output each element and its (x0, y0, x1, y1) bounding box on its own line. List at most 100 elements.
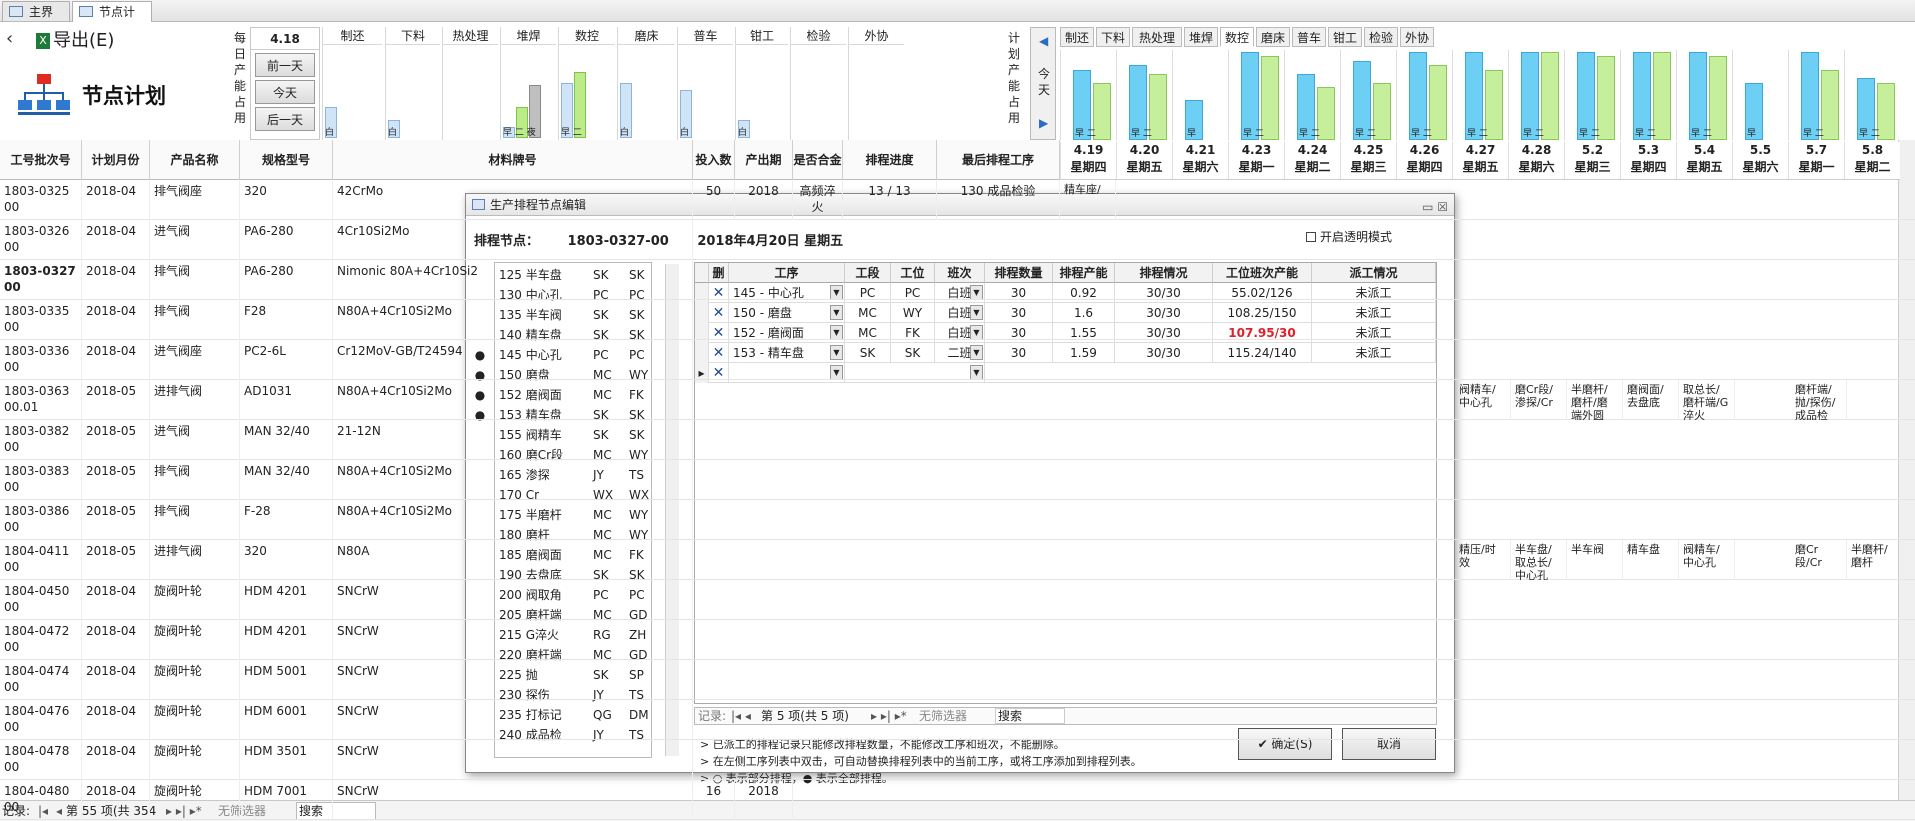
nav-right-icon[interactable]: ▶ (1039, 116, 1048, 130)
schedule-cell[interactable]: 磨杆端/抛/探伤/成品检 (1791, 380, 1847, 420)
cell-month: 2018-05 (82, 420, 150, 460)
tab-node-plan[interactable]: 节点计划 (72, 1, 152, 39)
table-row[interactable]: 1803-0363 00.01 2018-05 进排气阀 AD1031 N80A+4Cr… (0, 380, 1915, 420)
schedule-cell[interactable]: 精车盘 (1623, 540, 1679, 580)
schedule-cell[interactable]: 磨Cr段/Cr (1791, 540, 1847, 580)
date-value: 5.2 (1581, 143, 1604, 157)
schedule-cell[interactable]: 精压/时效 (1455, 540, 1511, 580)
cell-material: SNCrW (333, 780, 693, 820)
schedule-cell[interactable]: 磨阀面/去盘底 (1623, 380, 1679, 420)
table-row[interactable]: 1804-0472 00 2018-04 旋阀叶轮 HDM 4201 SNCrW (0, 620, 1915, 660)
date-value: 5.4 (1693, 143, 1716, 157)
cell-month: 2018-05 (82, 380, 150, 420)
date-header: 4.28 星期六 (1508, 142, 1564, 180)
table-row[interactable]: 1803-0386 00 2018-05 排气阀 F-28 N80A+4Cr10Si2M… (0, 500, 1915, 540)
date-header: 4.21 星期六 (1172, 142, 1228, 180)
table-row[interactable]: 1803-0327 00 2018-04 排气阀 PA6-280 Nimonic 80A… (0, 260, 1915, 300)
table-row[interactable]: 1803-0382 00 2018-05 进气阀 MAN 32/40 21-12N (0, 420, 1915, 460)
table-row[interactable]: 1803-0335 00 2018-04 排气阀 F28 N80A+4Cr10Si2Mo (0, 300, 1915, 340)
schedule-cell[interactable]: 阀精车/中心孔 (1455, 380, 1511, 420)
bar-shift-label: 白 (620, 128, 630, 138)
cell-material: Cr12MoV-GB/T24594 (333, 340, 693, 380)
table-row[interactable]: 1804-0480 00 2018-04 旋阀叶轮 HDM 7001 SNCrW 16 20… (0, 780, 1915, 820)
process-tab-5[interactable]: 磨床 (1256, 27, 1290, 47)
bar-shift-label: 早 二 (1131, 129, 1152, 139)
form-icon (9, 6, 23, 17)
bar-shift-label: 早 二 (561, 128, 582, 138)
process-header: 磨床 (618, 27, 675, 45)
export-button[interactable]: X 导出(E) (36, 30, 114, 52)
grid-header-0[interactable]: 工号批次号 (0, 140, 82, 180)
process-tab-9[interactable]: 外协 (1400, 27, 1434, 47)
grid-header-3[interactable]: 规格型号 (240, 140, 333, 180)
cell-batch: 1803-0382 00 (0, 420, 82, 460)
grid-header-6[interactable]: 产出期 (735, 140, 793, 180)
prev-day-button[interactable]: 前一天 (255, 53, 315, 77)
next-day-button[interactable]: 后一天 (255, 107, 315, 131)
tab-main[interactable]: 主界面 (2, 1, 70, 39)
process-tab-4[interactable]: 数控 (1220, 27, 1254, 47)
date-value: 4.21 (1185, 143, 1216, 157)
process-tab-1[interactable]: 下料 (1096, 27, 1130, 47)
schedule-cell[interactable]: 半车盘/取总长/中心孔 (1511, 540, 1567, 580)
weekday: 星期一 (1238, 160, 1275, 174)
schedule-cell[interactable]: 磨Cr段/渗探/Cr (1511, 380, 1567, 420)
table-row[interactable]: 1804-0476 00 2018-04 旋阀叶轮 HDM 6001 SNCrW (0, 700, 1915, 740)
label-char: 每 (233, 31, 246, 45)
table-row[interactable]: 1803-0383 00 2018-05 排气阀 MAN 32/40 N80A+4Cr1… (0, 460, 1915, 500)
cell-month: 2018-04 (82, 260, 150, 300)
cell-month: 2018-05 (82, 540, 150, 580)
nav-left-icon[interactable]: ◀ (1039, 34, 1048, 48)
capacity-column: 普车白 (677, 27, 733, 140)
process-header: 制还 (323, 27, 382, 45)
cell-spec: PA6-280 (240, 260, 333, 300)
table-row[interactable]: 1803-0325 00 2018-04 排气阀座 320 42CrMo 50 2018 高频… (0, 180, 1915, 220)
table-row[interactable]: 1804-0411 00 2018-05 进排气阀 320 N80A 精压/时效 半车盘/取… (0, 540, 1915, 580)
form-icon (79, 6, 93, 17)
weekday: 星期二 (1294, 160, 1331, 174)
table-row[interactable]: 1804-0450 00 2018-04 旋阀叶轮 HDM 4201 SNCrW (0, 580, 1915, 620)
process-tab-8[interactable]: 检验 (1364, 27, 1398, 47)
process-tab-2[interactable]: 热处理 (1132, 27, 1182, 47)
grid-header-8[interactable]: 排程进度 (843, 140, 937, 180)
cell-batch: 1803-0335 00 (0, 300, 82, 340)
table-row[interactable]: 1803-0326 00 2018-04 进气阀 PA6-280 4Cr10Si2Mo (0, 220, 1915, 260)
table-row[interactable]: 1804-0478 00 2018-04 旋阀叶轮 HDM 3501 SNCrW (0, 740, 1915, 780)
schedule-cell[interactable]: 半磨杆/磨杆/磨端外圆 (1567, 380, 1623, 420)
cell-product: 进气阀 (150, 220, 240, 260)
page-title: 节点计划 (82, 84, 166, 108)
schedule-cell[interactable]: 精车座/ (1060, 180, 1116, 220)
process-tab-7[interactable]: 钳工 (1328, 27, 1362, 47)
schedule-cell[interactable]: 阀精车/中心孔 (1679, 540, 1735, 580)
table-row[interactable]: 1804-0474 00 2018-04 旋阀叶轮 HDM 5001 SNCrW (0, 660, 1915, 700)
back-chevron-left-icon[interactable]: ‹ (6, 30, 20, 48)
schedule-cell[interactable]: 取总长/磨杆端/G淬火 (1679, 380, 1735, 420)
grid-header-1[interactable]: 计划月份 (82, 140, 150, 180)
table-row[interactable]: 1803-0336 00 2018-04 进气阀座 PC2-6L Cr12MoV-GB/… (0, 340, 1915, 380)
today-button[interactable]: 今天 (255, 80, 315, 104)
grid-header-9[interactable]: 最后排程工序 (937, 140, 1060, 180)
bar-shift-label: 早 二 (1075, 129, 1096, 139)
weekday: 星期二 (1854, 160, 1891, 174)
grid-header-2[interactable]: 产品名称 (150, 140, 240, 180)
schedule-cell[interactable]: 半车阀 (1567, 540, 1623, 580)
process-tab-6[interactable]: 普车 (1292, 27, 1326, 47)
daily-capacity-label: 每日产能占用 (230, 30, 250, 126)
cell-material: N80A+4Cr10Si2Mo (333, 300, 693, 340)
weekday: 星期一 (1798, 160, 1835, 174)
grid-header-4[interactable]: 材料牌号 (333, 140, 693, 180)
grid-header-7[interactable]: 是否合金 (793, 140, 843, 180)
process-tab-0[interactable]: 制还 (1060, 27, 1094, 47)
grid-header-5[interactable]: 投入数 (693, 140, 735, 180)
schedule-cell[interactable]: 半磨杆/磨杆 (1847, 540, 1903, 580)
process-header: 普车 (678, 27, 733, 45)
process-tab-3[interactable]: 堆焊 (1184, 27, 1218, 47)
cell-product: 排气阀 (150, 460, 240, 500)
document-tab-bar: 主界面 节点计划 (0, 0, 1915, 39)
cell-month: 2018-04 (82, 740, 150, 780)
date-capacity-column: 早 二 (1452, 50, 1508, 140)
cell-material: N80A+4Cr10Si2Mo (333, 500, 693, 540)
bar-shift-label: 早 二 (1243, 129, 1264, 139)
bar-shift-label: 早 二 (1523, 129, 1544, 139)
today-nav-button[interactable]: 今天 (1037, 66, 1051, 98)
